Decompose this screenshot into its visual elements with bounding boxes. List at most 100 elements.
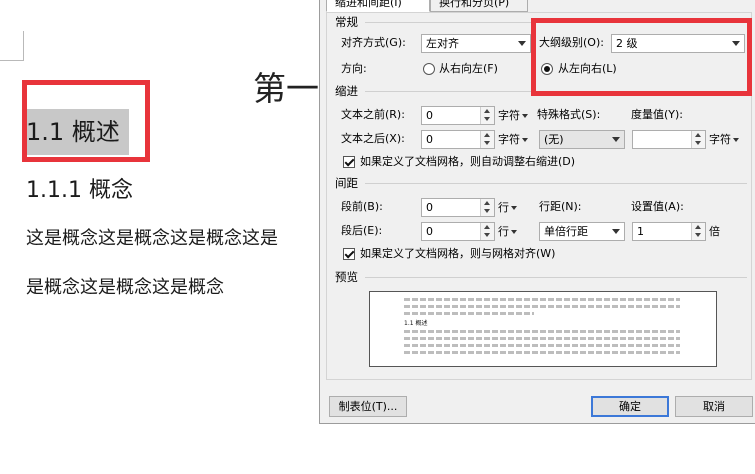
spinner-buttons[interactable] (480, 131, 494, 148)
chevron-down-icon (612, 229, 620, 234)
preview-next-line (404, 351, 680, 354)
space-before-label: 段前(B): (341, 200, 383, 213)
tab-indent-spacing[interactable]: 缩进和间距(I) (326, 0, 430, 12)
ok-button[interactable]: 确定 (591, 396, 669, 417)
cancel-button[interactable]: 取消 (675, 396, 753, 417)
rtl-radio[interactable] (423, 63, 435, 75)
preview-group-title: 预览 (335, 270, 358, 284)
preview-next-line (404, 344, 680, 347)
chevron-down-icon (511, 230, 517, 234)
spinner-buttons[interactable] (480, 223, 494, 240)
measure-label: 度量值(Y): (631, 108, 684, 121)
space-after-unit[interactable]: 行 (498, 222, 517, 241)
indent-after-unit[interactable]: 字符 (498, 130, 528, 149)
paragraph-dialog: 缩进和间距(I) 换行和分页(P) 常规 对齐方式(G): 左对齐 大纲级别(O… (319, 0, 755, 424)
chapter-heading[interactable]: 第一 (253, 62, 319, 110)
body-paragraph-line-1[interactable]: 这是概念这是概念这是概念这是 (26, 224, 278, 250)
spin-down-icon (484, 117, 490, 121)
indent-after-value: 0 (426, 133, 433, 146)
spinner-buttons[interactable] (480, 107, 494, 124)
preview-prev-line (404, 312, 534, 315)
heading-3[interactable]: 1.1.1 概念 (26, 172, 133, 204)
indent-after-input[interactable]: 0 (421, 130, 495, 149)
space-after-input[interactable]: 0 (421, 222, 495, 241)
spacing-group-title: 间距 (335, 176, 358, 190)
preview-prev-line (404, 305, 680, 308)
spinner-buttons[interactable] (691, 223, 705, 240)
spin-down-icon (484, 209, 490, 213)
special-format-select[interactable]: (无) (539, 130, 625, 149)
preview-sample-text: 1.1 概述 (404, 320, 428, 327)
chevron-down-icon (522, 114, 528, 118)
spin-up-icon (484, 225, 490, 229)
spin-down-icon (695, 141, 701, 145)
indent-before-input[interactable]: 0 (421, 106, 495, 125)
chevron-down-icon (732, 41, 740, 46)
setting-value-input[interactable]: 1 (632, 222, 706, 241)
direction-label: 方向: (341, 62, 367, 75)
chevron-down-icon (612, 137, 620, 142)
preview-next-line (404, 330, 680, 333)
setting-value: 1 (637, 225, 644, 238)
chevron-down-icon (518, 41, 526, 46)
indent-before-unit[interactable]: 字符 (498, 106, 528, 125)
setting-value-unit: 倍 (709, 225, 720, 238)
page-corner-mark (0, 31, 24, 61)
space-before-unit[interactable]: 行 (498, 198, 517, 217)
indent-before-unit-text: 字符 (498, 109, 520, 122)
chevron-down-icon (522, 138, 528, 142)
heading-highlight-box (22, 80, 150, 162)
spin-up-icon (695, 133, 701, 137)
space-before-unit-text: 行 (498, 201, 509, 214)
ltr-label[interactable]: 从左向右(L) (558, 59, 617, 79)
spin-up-icon (484, 201, 490, 205)
space-before-input[interactable]: 0 (421, 198, 495, 217)
spin-down-icon (484, 233, 490, 237)
alignment-value: 左对齐 (426, 37, 459, 50)
alignment-label: 对齐方式(G): (341, 36, 406, 49)
space-after-unit-text: 行 (498, 225, 509, 238)
indent-group-title: 缩进 (335, 84, 358, 98)
space-after-value: 0 (426, 225, 433, 238)
ltr-radio[interactable] (541, 63, 553, 75)
outline-level-select[interactable]: 2 级 (611, 34, 745, 53)
spin-down-icon (695, 233, 701, 237)
outline-level-label: 大纲级别(O): (539, 36, 604, 49)
spacing-group-line (365, 183, 747, 184)
measure-unit[interactable]: 字符 (709, 130, 739, 149)
special-format-label: 特殊格式(S): (537, 108, 601, 121)
line-spacing-label: 行距(N): (539, 200, 582, 213)
spin-up-icon (695, 225, 701, 229)
indent-before-label: 文本之前(R): (341, 108, 405, 121)
preview-next-line (404, 337, 680, 340)
snap-to-grid-checkbox[interactable] (343, 248, 355, 260)
line-spacing-value: 单倍行距 (544, 225, 588, 238)
measure-unit-text: 字符 (709, 133, 731, 146)
auto-adjust-indent-checkbox[interactable] (343, 156, 355, 168)
spinner-buttons[interactable] (480, 199, 494, 216)
setting-value-label: 设置值(A): (631, 200, 684, 213)
outline-level-value: 2 级 (616, 37, 638, 50)
spin-up-icon (484, 133, 490, 137)
indent-after-unit-text: 字符 (498, 133, 520, 146)
line-spacing-select[interactable]: 单倍行距 (539, 222, 625, 241)
preview-box: 1.1 概述 (369, 291, 717, 367)
chevron-down-icon (511, 206, 517, 210)
space-before-value: 0 (426, 201, 433, 214)
measure-input[interactable] (632, 130, 706, 149)
indent-before-value: 0 (426, 109, 433, 122)
tab-stops-button[interactable]: 制表位(T)... (329, 396, 407, 417)
rtl-label[interactable]: 从右向左(F) (439, 59, 498, 79)
spinner-buttons[interactable] (691, 131, 705, 148)
auto-adjust-indent-label[interactable]: 如果定义了文档网格，则自动调整右缩进(D) (360, 152, 575, 172)
body-paragraph-line-2[interactable]: 是概念这是概念这是概念 (26, 273, 224, 299)
preview-group-line (365, 277, 747, 278)
indent-group-line (365, 91, 747, 92)
alignment-select[interactable]: 左对齐 (421, 34, 531, 53)
indent-after-label: 文本之后(X): (341, 132, 405, 145)
general-group-line (365, 22, 747, 23)
snap-to-grid-label[interactable]: 如果定义了文档网格，则与网格对齐(W) (360, 244, 555, 264)
space-after-label: 段后(E): (341, 224, 383, 237)
tab-line-page-breaks[interactable]: 换行和分页(P) (430, 0, 528, 12)
preview-prev-line (404, 298, 680, 301)
